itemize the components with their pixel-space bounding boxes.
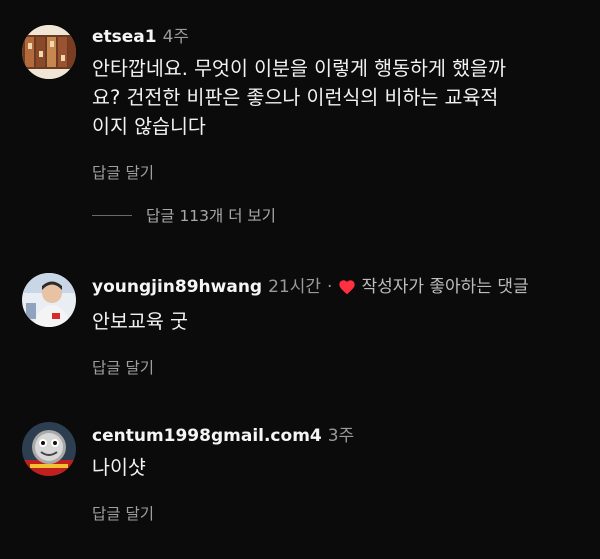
comment-text: 안타깝네요. 무엇이 이분을 이렇게 행동하게 했을까요? 건전한 비판은 좋으…: [92, 57, 506, 138]
reply-button[interactable]: 답글 달기: [92, 356, 154, 378]
timestamp: 3주: [327, 426, 355, 446]
reply-button[interactable]: 답글 달기: [92, 502, 154, 524]
heart-icon: [338, 278, 356, 302]
cartoon-train-avatar-icon: [22, 422, 76, 476]
avatar[interactable]: [22, 25, 76, 79]
reply-button[interactable]: 답글 달기: [92, 161, 154, 183]
avatar[interactable]: [22, 273, 76, 327]
comment-text: 나이샷: [92, 456, 146, 479]
liked-by-author-label: 작성자가 좋아하는 댓글: [361, 277, 529, 297]
timestamp: 21시간: [268, 277, 322, 297]
divider-line: [92, 214, 132, 216]
timestamp: 4주: [162, 27, 190, 47]
food-photo-avatar-icon: [22, 25, 76, 79]
avatar[interactable]: [22, 422, 76, 476]
username[interactable]: youngjin89hwang: [92, 277, 262, 297]
separator-dot: ·: [327, 277, 333, 297]
view-more-replies-label: 답글 113개 더 보기: [146, 207, 276, 225]
person-photo-avatar-icon: [22, 273, 76, 327]
username[interactable]: etsea1: [92, 27, 157, 47]
username[interactable]: centum1998gmail.com4: [92, 426, 322, 446]
view-more-replies-button[interactable]: 답글 113개 더 보기: [92, 203, 276, 227]
comment-text: 안보교육 굿: [92, 310, 188, 333]
